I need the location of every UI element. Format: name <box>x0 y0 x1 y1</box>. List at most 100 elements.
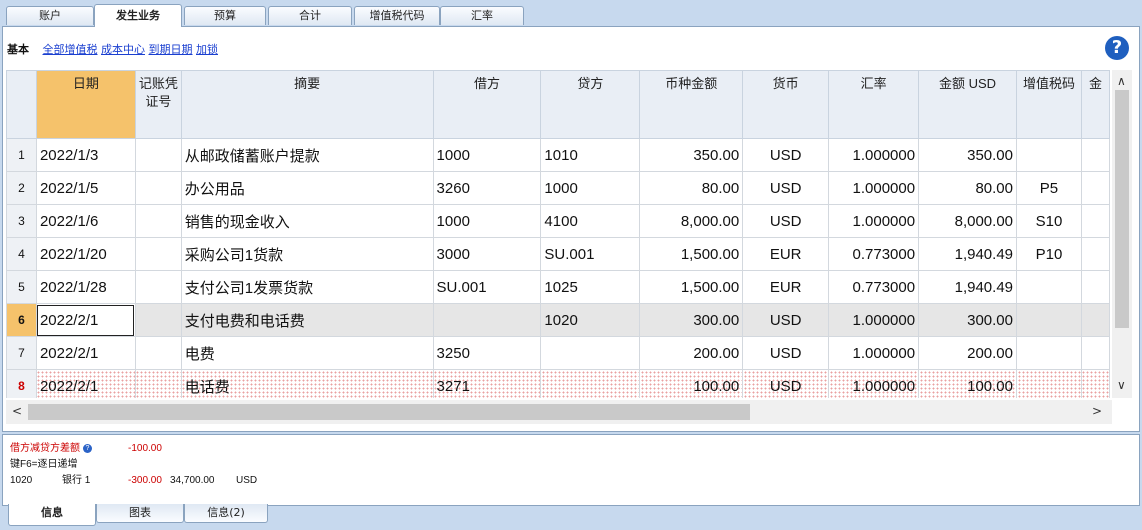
cell-amount-partial[interactable] <box>1080 237 1110 271</box>
tab-info-2[interactable]: 信息(2) <box>184 504 268 523</box>
cell-vat-code[interactable]: P10 <box>1016 237 1082 271</box>
cell-debit[interactable]: 1000 <box>432 204 542 238</box>
cell-description[interactable]: 销售的现金收入 <box>180 204 434 238</box>
cell-amount-partial[interactable] <box>1080 270 1110 304</box>
view-lock[interactable]: 加锁 <box>196 43 218 56</box>
cell-debit[interactable]: SU.001 <box>432 270 542 304</box>
cell-doc-number[interactable] <box>134 303 182 337</box>
view-all-vat[interactable]: 全部增值税 <box>43 43 98 56</box>
tab-info[interactable]: 信息 <box>8 504 96 526</box>
cell-exchange-rate[interactable]: 0.773000 <box>828 237 920 271</box>
cell-vat-code[interactable] <box>1016 270 1082 304</box>
cell-doc-number[interactable] <box>134 270 182 304</box>
col-amount-currency-header[interactable]: 币种金额 <box>639 70 744 139</box>
cell-exchange-rate[interactable]: 1.000000 <box>828 204 920 238</box>
cell-credit[interactable]: 1010 <box>540 138 641 172</box>
cell-amount-usd[interactable]: 80.00 <box>918 171 1017 205</box>
cell-vat-code[interactable] <box>1016 138 1082 172</box>
cell-amount-usd[interactable]: 200.00 <box>918 336 1017 370</box>
cell-doc-number[interactable] <box>134 336 182 370</box>
cell-vat-code[interactable] <box>1016 303 1082 337</box>
cell-exchange-rate[interactable]: 1.000000 <box>828 336 920 370</box>
table-row[interactable]: 7 2022/2/1 电费 3250 200.00 USD 1.000000 200.00 <box>6 336 1110 370</box>
table-row[interactable]: 8 2022/2/1 电话费 3271 100.00 USD 1.000000 100.00 <box>6 369 1110 398</box>
cell-currency[interactable]: USD <box>742 171 830 205</box>
cell-date[interactable]: 2022/2/1 <box>35 303 136 337</box>
cell-vat-code[interactable]: S10 <box>1016 204 1082 238</box>
col-date-header[interactable]: 日期 <box>35 70 136 139</box>
cell-vat-code[interactable] <box>1016 336 1082 370</box>
cell-description[interactable]: 办公用品 <box>180 171 434 205</box>
cell-date[interactable]: 2022/2/1 <box>35 336 136 370</box>
cell-debit[interactable]: 3271 <box>432 369 542 398</box>
cell-doc-number[interactable] <box>134 138 182 172</box>
table-row[interactable]: 6 2022/2/1 支付电费和电话费 1020 300.00 USD 1.000000 30… <box>6 303 1110 337</box>
scroll-down-icon[interactable]: ∨ <box>1117 378 1126 392</box>
table-row[interactable]: 5 2022/1/28 支付公司1发票货款 SU.001 1025 1,500.00 EUR… <box>6 270 1110 304</box>
col-description-header[interactable]: 摘要 <box>180 70 434 139</box>
cell-amount-currency[interactable]: 8,000.00 <box>639 204 744 238</box>
table-row[interactable]: 4 2022/1/20 采购公司1货款 3000 SU.001 1,500.00 EUR 0.… <box>6 237 1110 271</box>
cell-amount-currency[interactable]: 200.00 <box>639 336 744 370</box>
tab-budget[interactable]: 预算 <box>184 6 266 25</box>
cell-credit[interactable] <box>540 336 641 370</box>
col-vat-code-header[interactable]: 增值税码 <box>1016 70 1082 139</box>
cell-amount-partial[interactable] <box>1080 336 1110 370</box>
cell-credit[interactable]: SU.001 <box>540 237 641 271</box>
tab-totals[interactable]: 合计 <box>268 6 352 25</box>
cell-vat-code[interactable] <box>1016 369 1082 398</box>
tab-exchange-rates[interactable]: 汇率 <box>440 6 524 25</box>
cell-credit[interactable] <box>540 369 641 398</box>
cell-description[interactable]: 电费 <box>180 336 434 370</box>
cell-date[interactable]: 2022/1/20 <box>35 237 136 271</box>
cell-date[interactable]: 2022/2/1 <box>35 369 136 398</box>
col-debit-header[interactable]: 借方 <box>432 70 542 139</box>
cell-amount-usd[interactable]: 300.00 <box>918 303 1017 337</box>
tab-vat-codes[interactable]: 增值税代码 <box>354 6 440 25</box>
cell-amount-usd[interactable]: 350.00 <box>918 138 1017 172</box>
cell-amount-currency[interactable]: 100.00 <box>639 369 744 398</box>
cell-debit[interactable]: 3260 <box>432 171 542 205</box>
cell-vat-code[interactable]: P5 <box>1016 171 1082 205</box>
view-basic[interactable]: 基本 <box>7 43 29 56</box>
cell-currency[interactable]: EUR <box>742 270 830 304</box>
cell-amount-usd[interactable]: 1,940.49 <box>918 270 1017 304</box>
cell-doc-number[interactable] <box>134 171 182 205</box>
cell-credit[interactable]: 1000 <box>540 171 641 205</box>
cell-date[interactable]: 2022/1/28 <box>35 270 136 304</box>
cell-amount-currency[interactable]: 300.00 <box>639 303 744 337</box>
vertical-scrollbar[interactable]: ∧ ∨ <box>1112 70 1132 398</box>
col-credit-header[interactable]: 贷方 <box>540 70 641 139</box>
view-due-date[interactable]: 到期日期 <box>149 43 193 56</box>
vertical-scroll-thumb[interactable] <box>1115 90 1129 328</box>
col-doc-header[interactable]: 记账凭证号 <box>134 70 182 139</box>
table-row[interactable]: 3 2022/1/6 销售的现金收入 1000 4100 8,000.00 USD 1.000… <box>6 204 1110 238</box>
cell-credit[interactable]: 1020 <box>540 303 641 337</box>
view-cost-centers[interactable]: 成本中心 <box>101 43 145 56</box>
help-small-icon[interactable]: ? <box>83 443 92 453</box>
scroll-right-icon[interactable]: > <box>1092 404 1102 418</box>
cell-currency[interactable]: EUR <box>742 237 830 271</box>
cell-debit[interactable]: 3250 <box>432 336 542 370</box>
cell-debit[interactable]: 1000 <box>432 138 542 172</box>
cell-currency[interactable]: USD <box>742 138 830 172</box>
cell-amount-partial[interactable] <box>1080 171 1110 205</box>
cell-amount-currency[interactable]: 350.00 <box>639 138 744 172</box>
cell-amount-usd[interactable]: 100.00 <box>918 369 1017 398</box>
cell-exchange-rate[interactable]: 1.000000 <box>828 171 920 205</box>
cell-doc-number[interactable] <box>134 237 182 271</box>
col-amount-usd-header[interactable]: 金额 USD <box>918 70 1017 139</box>
cell-credit[interactable]: 4100 <box>540 204 641 238</box>
scroll-up-icon[interactable]: ∧ <box>1117 74 1126 88</box>
cell-exchange-rate[interactable]: 0.773000 <box>828 270 920 304</box>
cell-description[interactable]: 支付公司1发票货款 <box>180 270 434 304</box>
tab-transactions[interactable]: 发生业务 <box>94 4 182 27</box>
cell-exchange-rate[interactable]: 1.000000 <box>828 369 920 398</box>
col-currency-header[interactable]: 货币 <box>742 70 830 139</box>
cell-currency[interactable]: USD <box>742 303 830 337</box>
cell-amount-currency[interactable]: 1,500.00 <box>639 270 744 304</box>
cell-description[interactable]: 支付电费和电话费 <box>180 303 434 337</box>
tab-accounts[interactable]: 账户 <box>6 6 94 25</box>
tab-charts[interactable]: 图表 <box>96 504 184 523</box>
col-amount-partial-header[interactable]: 金 <box>1080 70 1110 139</box>
